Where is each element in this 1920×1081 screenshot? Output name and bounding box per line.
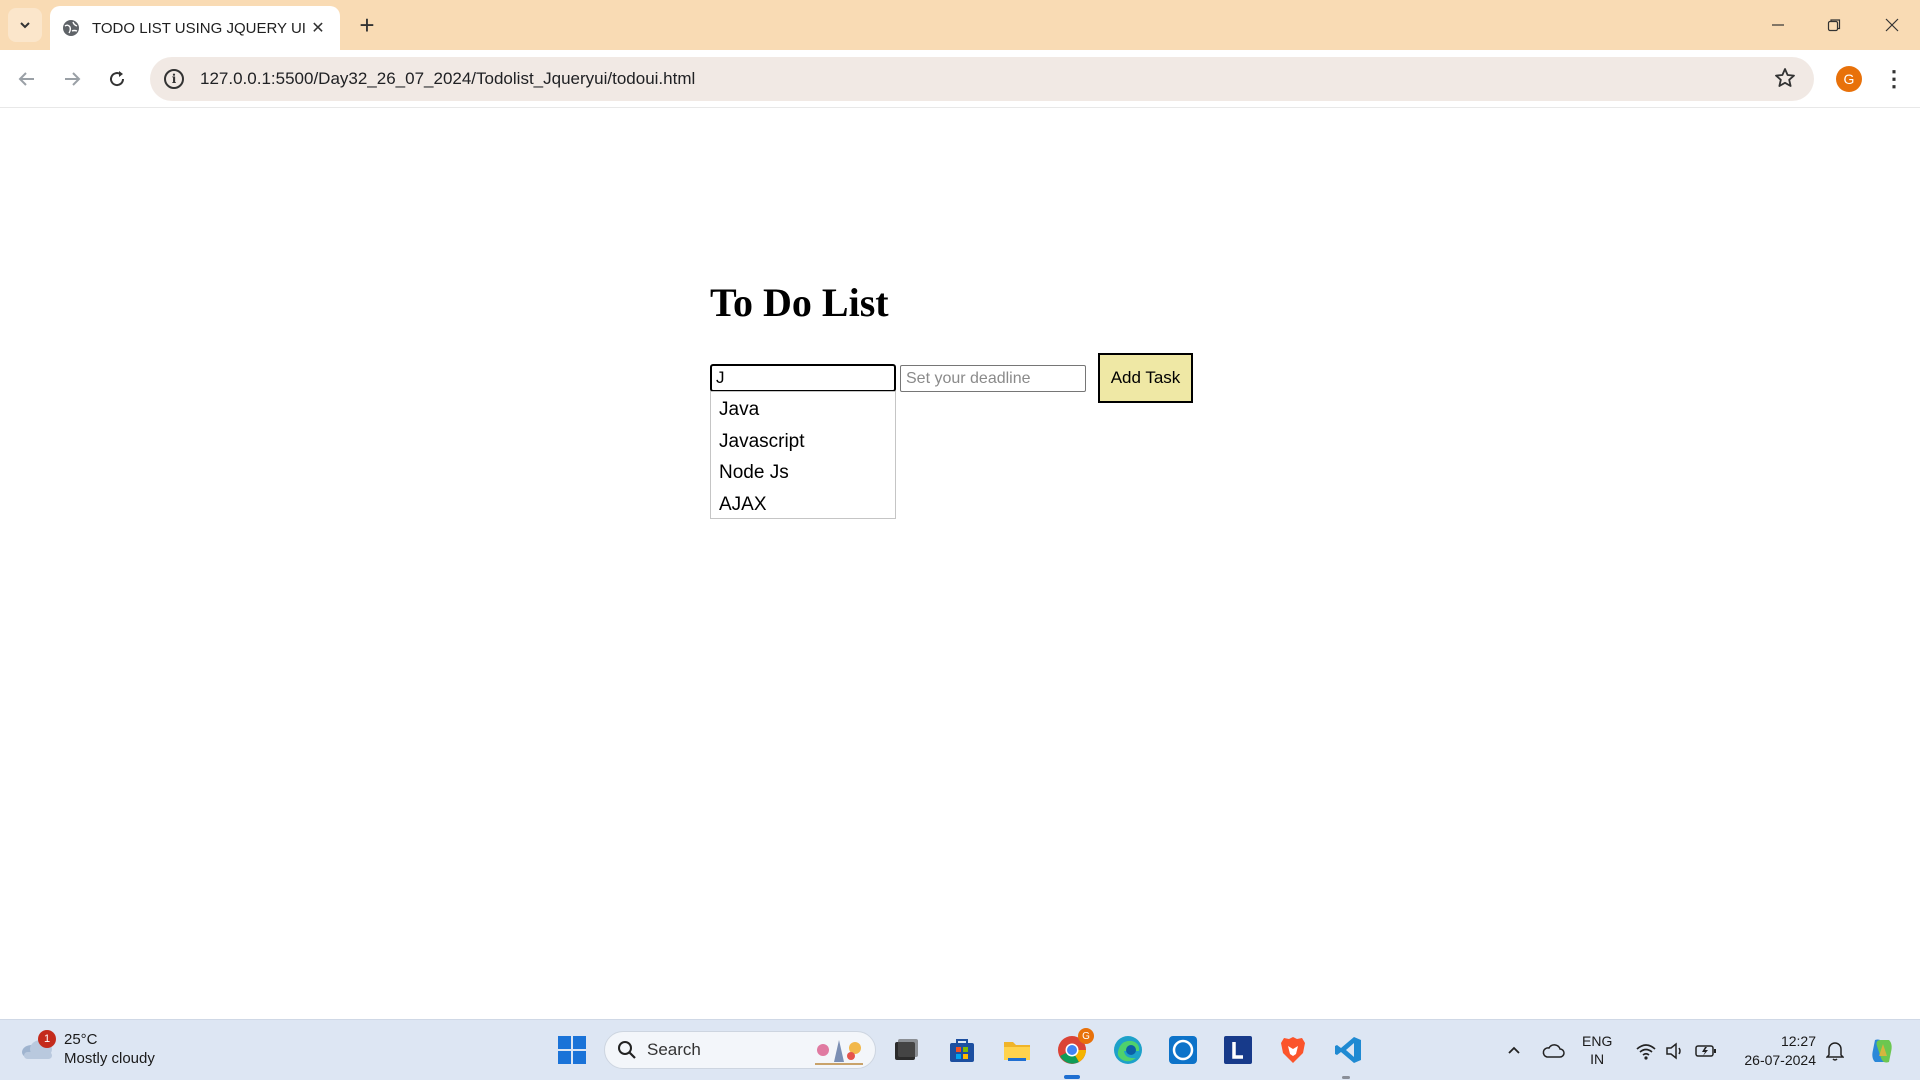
temperature: 25°C — [64, 1031, 98, 1048]
region-code: IN — [1590, 1051, 1605, 1067]
taskbar-search[interactable]: Search — [604, 1031, 876, 1069]
weather-condition: Mostly cloudy — [64, 1050, 155, 1067]
l-app-icon — [1224, 1036, 1252, 1064]
add-task-button[interactable]: Add Task — [1098, 353, 1193, 403]
windows-icon — [558, 1036, 586, 1064]
autocomplete-item[interactable]: Java — [711, 394, 895, 426]
bell-icon — [1826, 1041, 1844, 1061]
tab-title: TODO LIST USING JQUERY UI — [92, 19, 306, 37]
taskbar-brave[interactable] — [1275, 1032, 1311, 1068]
weather-widget[interactable]: 1 25°C Mostly cloudy — [20, 1028, 180, 1072]
show-hidden-icons[interactable] — [1500, 1020, 1528, 1081]
alexa-icon — [1169, 1036, 1197, 1064]
tab-search-button[interactable] — [8, 8, 42, 42]
restore-icon — [1827, 19, 1841, 32]
clock-time: 12:27 — [1780, 1033, 1816, 1049]
back-button[interactable] — [10, 62, 44, 96]
chevron-up-icon — [1508, 1046, 1520, 1054]
taskbar-alexa[interactable] — [1165, 1032, 1201, 1068]
onedrive-tray[interactable] — [1538, 1020, 1568, 1081]
microsoft-store-icon — [950, 1039, 974, 1062]
taskbar-vscode[interactable] — [1330, 1032, 1366, 1068]
site-info-icon[interactable]: i — [164, 69, 184, 89]
bookmark-star-icon[interactable] — [1774, 67, 1796, 89]
brave-icon — [1281, 1037, 1305, 1063]
task-view-button[interactable] — [888, 1032, 924, 1068]
taskbar-file-explorer[interactable] — [999, 1032, 1035, 1068]
taskbar-l-app[interactable] — [1220, 1032, 1256, 1068]
restore-button[interactable] — [1806, 0, 1862, 50]
taskbar-edge[interactable] — [1110, 1032, 1146, 1068]
clock-date: 26-07-2024 — [1744, 1052, 1816, 1068]
start-button[interactable] — [554, 1032, 590, 1068]
battery-icon — [1695, 1044, 1716, 1057]
minimize-icon — [1772, 24, 1784, 26]
search-label: Search — [647, 1040, 701, 1059]
wifi-tray[interactable] — [1632, 1020, 1660, 1081]
taskbar-chrome[interactable]: G — [1054, 1028, 1094, 1068]
reload-button[interactable] — [100, 62, 134, 96]
arrow-left-icon — [18, 72, 34, 86]
language-code: ENG — [1582, 1033, 1613, 1049]
deadline-input[interactable] — [900, 365, 1086, 392]
copilot-button[interactable] — [1864, 1020, 1900, 1081]
edge-icon — [1114, 1036, 1142, 1064]
autocomplete-item[interactable]: Node Js — [711, 457, 895, 489]
close-window-button[interactable] — [1864, 0, 1920, 50]
tab-strip: TODO LIST USING JQUERY UI ✕ + — [0, 0, 1920, 50]
close-icon — [1885, 18, 1899, 32]
chrome-profile-badge: G — [1078, 1028, 1094, 1044]
globe-icon — [63, 20, 79, 36]
autocomplete-item[interactable]: AJAX — [711, 489, 895, 521]
chrome-active-indicator — [1064, 1075, 1080, 1079]
task-view-icon — [895, 1039, 918, 1060]
battery-tray[interactable] — [1692, 1020, 1720, 1081]
address-bar[interactable]: i 127.0.0.1:5500/Day32_26_07_2024/Todoli… — [150, 57, 1814, 101]
notifications-button[interactable] — [1822, 1020, 1848, 1081]
taskbar: 1 25°C Mostly cloudy Search G ENG IN 12:… — [0, 1019, 1920, 1080]
chevron-down-icon — [20, 22, 30, 29]
active-tab[interactable]: TODO LIST USING JQUERY UI ✕ — [50, 6, 340, 50]
browser-toolbar: i 127.0.0.1:5500/Day32_26_07_2024/Todoli… — [0, 50, 1920, 108]
volume-tray[interactable] — [1662, 1020, 1688, 1081]
reload-icon — [110, 71, 125, 87]
vscode-open-indicator — [1342, 1076, 1350, 1079]
autocomplete-item[interactable]: Javascript — [711, 426, 895, 458]
search-highlight-icon — [815, 1040, 863, 1065]
profile-avatar[interactable]: G — [1836, 66, 1862, 92]
forward-button[interactable] — [55, 62, 89, 96]
onedrive-cloud-icon — [1542, 1043, 1565, 1058]
tab-close-icon[interactable]: ✕ — [308, 18, 328, 38]
copilot-icon — [1872, 1039, 1892, 1062]
vscode-icon — [1335, 1037, 1361, 1063]
speaker-icon — [1666, 1041, 1681, 1060]
url-text: 127.0.0.1:5500/Day32_26_07_2024/Todolist… — [200, 69, 696, 88]
new-tab-button[interactable]: + — [352, 10, 382, 40]
notification-badge: 1 — [38, 1030, 56, 1048]
taskbar-app-store[interactable] — [944, 1032, 980, 1068]
language-indicator[interactable]: ENG IN — [1582, 1032, 1612, 1068]
clock[interactable]: 12:27 26-07-2024 — [1736, 1032, 1816, 1070]
folder-icon — [1004, 1042, 1030, 1061]
autocomplete-menu: Java Javascript Node Js AJAX — [710, 391, 896, 519]
wifi-icon — [1636, 1043, 1656, 1060]
browser-menu-icon[interactable]: ⋮ — [1882, 62, 1906, 96]
page-content: To Do List Add Task Java Javascript Node… — [0, 109, 1920, 1019]
task-input[interactable] — [710, 364, 896, 392]
page-title: To Do List — [710, 280, 889, 325]
search-icon — [618, 1041, 636, 1059]
arrow-right-icon — [65, 72, 81, 86]
minimize-button[interactable] — [1750, 0, 1806, 50]
